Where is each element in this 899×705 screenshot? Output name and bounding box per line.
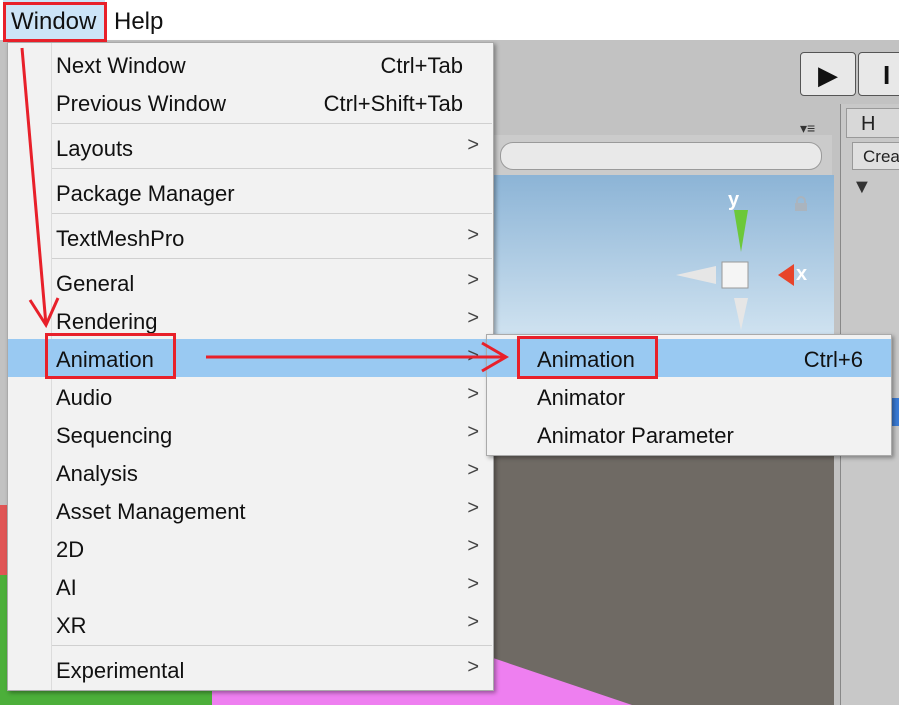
submenu-item-label: Animator Parameter xyxy=(537,423,734,448)
annotation-box-animation-submenu xyxy=(517,336,658,379)
menu-item-audio[interactable]: Audio > xyxy=(8,377,493,415)
submenu-item-animator-parameter[interactable]: Animator Parameter xyxy=(487,415,891,453)
submenu-arrow-icon: > xyxy=(467,307,479,329)
menu-item-general[interactable]: General > xyxy=(8,263,493,301)
submenu-arrow-icon: > xyxy=(467,459,479,481)
menu-item-layouts[interactable]: Layouts > xyxy=(8,128,493,166)
menu-item-2d[interactable]: 2D > xyxy=(8,529,493,567)
menu-separator xyxy=(52,258,492,259)
menu-item-label: Previous Window xyxy=(56,91,226,116)
menu-item-shortcut: Ctrl+Shift+Tab xyxy=(323,91,463,116)
menu-item-asset-management[interactable]: Asset Management > xyxy=(8,491,493,529)
menu-item-label: Analysis xyxy=(56,461,138,486)
menu-item-label: TextMeshPro xyxy=(56,226,185,251)
menu-item-experimental[interactable]: Experimental > xyxy=(8,650,493,688)
submenu-arrow-icon: > xyxy=(467,224,479,246)
menu-separator xyxy=(52,123,492,124)
submenu-arrow-icon: > xyxy=(467,345,479,367)
gizmo-center-cube[interactable] xyxy=(721,261,749,289)
menu-item-label: Experimental xyxy=(56,658,185,683)
menu-item-label: Rendering xyxy=(56,309,158,334)
hierarchy-scene-row[interactable]: ▼ xyxy=(846,176,899,206)
menu-item-ai[interactable]: AI > xyxy=(8,567,493,605)
submenu-item-label: Animator xyxy=(537,385,626,410)
menu-item-xr[interactable]: XR > xyxy=(8,605,493,643)
gizmo-neg-y-cone[interactable] xyxy=(734,298,748,330)
menu-item-shortcut: Ctrl+Tab xyxy=(380,53,463,78)
hierarchy-tab-label: H xyxy=(861,113,876,135)
gizmo-x-cone[interactable] xyxy=(778,264,794,286)
menu-item-package-manager[interactable]: Package Manager xyxy=(8,173,493,211)
menu-item-label: Next Window xyxy=(56,53,186,78)
panel-options-icon[interactable]: ▾≡ xyxy=(800,120,815,137)
menu-item-label: Package Manager xyxy=(56,181,235,206)
gizmo-neg-x-cone[interactable] xyxy=(676,266,716,284)
submenu-arrow-icon: > xyxy=(467,421,479,443)
menu-help[interactable]: Help xyxy=(114,0,163,40)
submenu-arrow-icon: > xyxy=(467,497,479,519)
create-button[interactable]: Crea xyxy=(852,142,899,170)
menu-separator xyxy=(52,168,492,169)
pause-button[interactable]: I xyxy=(858,52,899,96)
menu-item-label: Sequencing xyxy=(56,423,173,448)
gizmo-y-cone[interactable] xyxy=(734,210,748,252)
menu-separator xyxy=(52,645,492,646)
menu-item-previous-window[interactable]: Previous Window Ctrl+Shift+Tab xyxy=(8,83,493,121)
menu-item-label: Layouts xyxy=(56,136,134,161)
menu-item-label: XR xyxy=(56,613,87,638)
menu-bar: Window Help xyxy=(0,0,899,40)
tab-hierarchy[interactable]: H xyxy=(846,108,899,138)
submenu-arrow-icon: > xyxy=(467,656,479,678)
submenu-arrow-icon: > xyxy=(467,573,479,595)
submenu-arrow-icon: > xyxy=(467,383,479,405)
menu-item-sequencing[interactable]: Sequencing > xyxy=(8,415,493,453)
submenu-item-shortcut: Ctrl+6 xyxy=(803,347,863,372)
submenu-arrow-icon: > xyxy=(467,611,479,633)
menu-item-label: Audio xyxy=(56,385,113,410)
gizmo-y-label: y xyxy=(728,190,740,211)
scene-orientation-gizmo[interactable]: y x xyxy=(670,190,820,330)
submenu-arrow-icon: > xyxy=(467,535,479,557)
scene-search-input[interactable] xyxy=(500,142,822,170)
submenu-arrow-icon: > xyxy=(467,269,479,291)
menu-item-next-window[interactable]: Next Window Ctrl+Tab xyxy=(8,45,493,83)
menu-separator xyxy=(52,213,492,214)
play-button[interactable]: ▶ xyxy=(800,52,856,96)
annotation-box-window xyxy=(3,2,107,42)
menu-item-analysis[interactable]: Analysis > xyxy=(8,453,493,491)
submenu-item-animator[interactable]: Animator xyxy=(487,377,891,415)
selection-indicator xyxy=(892,398,899,426)
submenu-arrow-icon: > xyxy=(467,134,479,156)
menu-item-textmeshpro[interactable]: TextMeshPro > xyxy=(8,218,493,256)
menu-item-label: 2D xyxy=(56,537,85,562)
menu-item-label: Asset Management xyxy=(56,499,246,524)
annotation-box-animation xyxy=(45,333,176,379)
gizmo-x-label: x xyxy=(796,263,807,285)
menu-item-label: AI xyxy=(56,575,77,600)
menu-item-label: General xyxy=(56,271,135,296)
